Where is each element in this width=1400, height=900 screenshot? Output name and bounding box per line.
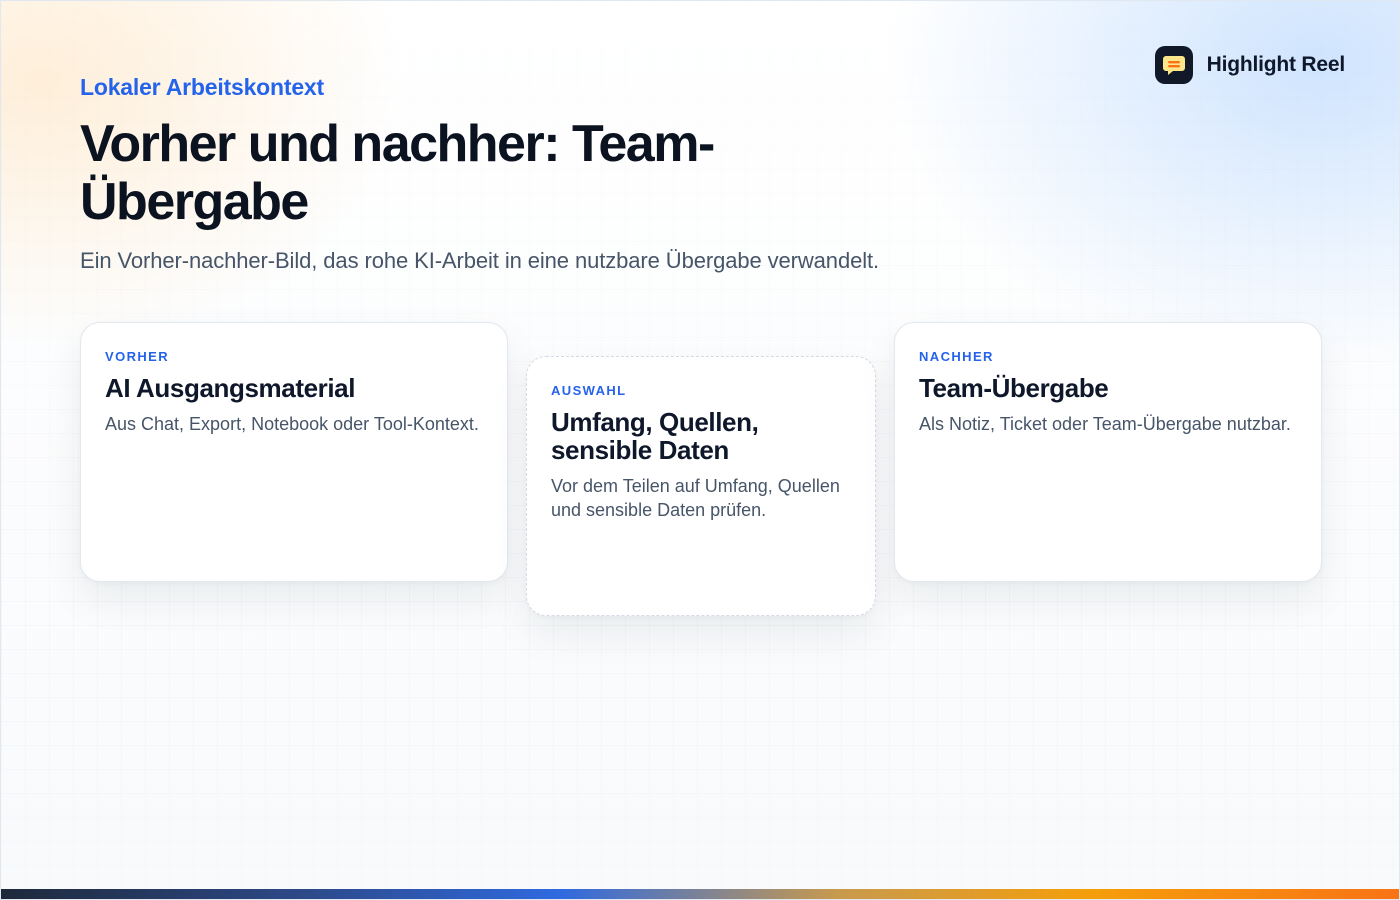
- page-subtitle: Ein Vorher-nachher-Bild, das rohe KI-Arb…: [80, 248, 880, 273]
- card-before: VORHER AI Ausgangsmaterial Aus Chat, Exp…: [80, 322, 508, 582]
- card-label: NACHHER: [919, 349, 994, 364]
- card-description: Vor dem Teilen auf Umfang, Quellen und s…: [551, 476, 840, 520]
- brand-name: Highlight Reel: [1206, 53, 1346, 76]
- card-label: VORHER: [105, 349, 170, 364]
- card-title: Umfang, Quellen, sensible Daten: [551, 407, 759, 465]
- card-after: NACHHER Team-Übergabe Als Notiz, Ticket …: [894, 322, 1322, 582]
- chat-bubble-icon: [1154, 46, 1193, 84]
- eyebrow-label: Lokaler Arbeitskontext: [80, 74, 324, 100]
- gradient-accent-bar: [1, 889, 1399, 899]
- card-description: Aus Chat, Export, Notebook oder Tool-Kon…: [105, 414, 479, 434]
- card-description: Als Notiz, Ticket oder Team-Übergabe nut…: [919, 414, 1291, 434]
- card-label: AUSWAHL: [551, 383, 627, 398]
- brand-logo: Highlight Reel: [1154, 46, 1346, 84]
- card-title: AI Ausgangsmaterial: [105, 373, 356, 403]
- page-title: Vorher und nachher: Team-Übergabe: [80, 115, 715, 231]
- card-selection: AUSWAHL Umfang, Quellen, sensible Daten …: [526, 356, 876, 616]
- slide-canvas: Highlight Reel Lokaler Arbeitskontext Vo…: [0, 0, 1400, 900]
- card-title: Team-Übergabe: [919, 373, 1109, 403]
